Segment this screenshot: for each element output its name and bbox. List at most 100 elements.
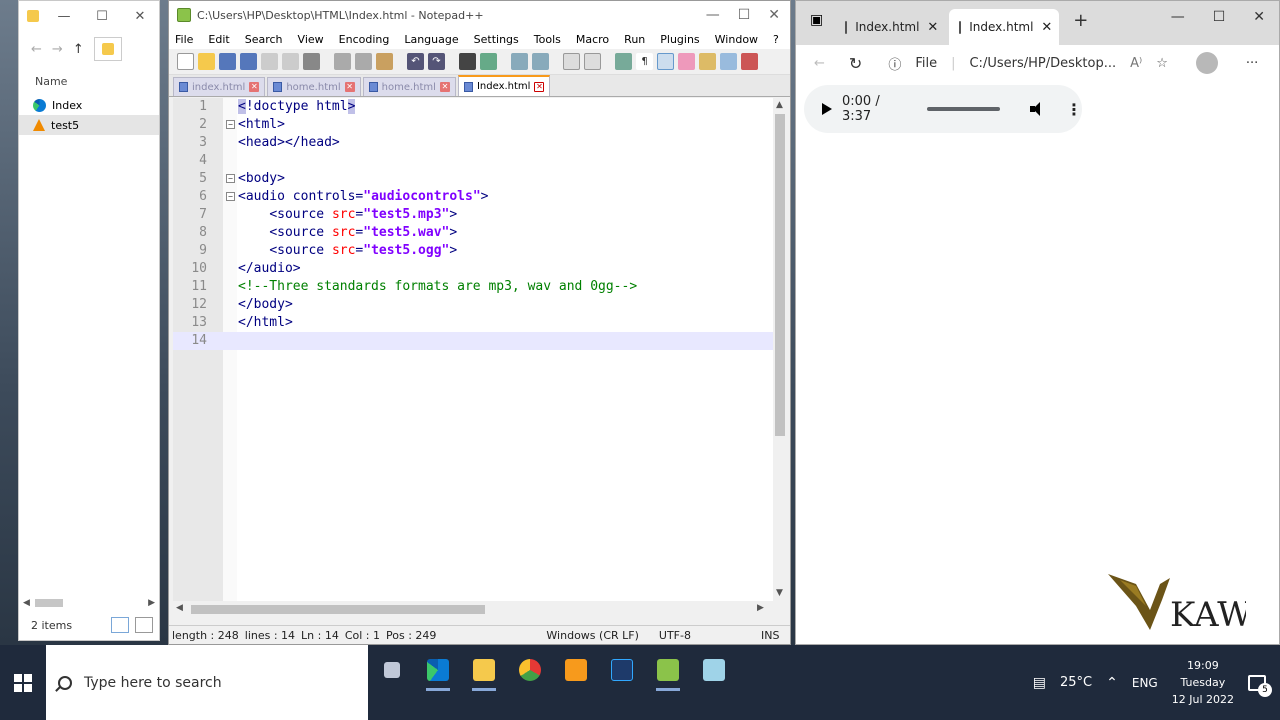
scroll-left-icon[interactable]: ◀ [23, 598, 30, 608]
large-icons-view-icon[interactable] [135, 617, 153, 633]
code-line[interactable]: 9 <source src="test5.ogg"> [173, 242, 773, 260]
code-editor[interactable]: 1 <!doctype html> 2− <html> 3 <head></head> 4 5… [173, 98, 773, 601]
tab-index-html[interactable]: index.html ✕ [173, 77, 266, 96]
volume-icon[interactable] [1030, 102, 1044, 116]
status-encoding[interactable]: UTF-8 [656, 629, 694, 642]
taskbar-app-task-view[interactable] [374, 653, 410, 687]
code-line[interactable]: 3 <head></head> [173, 134, 773, 152]
forward-arrow-icon[interactable]: → [52, 42, 63, 57]
tab-close-icon[interactable]: ✕ [1041, 20, 1052, 35]
code-line[interactable]: 8 <source src="test5.wav"> [173, 224, 773, 242]
minimize-button[interactable]: — [1171, 9, 1185, 25]
vertical-scrollbar[interactable]: ▲ ▼ [773, 98, 787, 601]
scroll-up-icon[interactable]: ▲ [776, 100, 783, 110]
menu-window[interactable]: Window [715, 33, 758, 46]
tab-close-icon[interactable]: ✕ [439, 82, 450, 92]
weather-temp[interactable]: 25°C [1060, 675, 1092, 690]
find-icon[interactable] [459, 53, 476, 70]
notification-center-icon[interactable]: 5 [1248, 674, 1272, 697]
close-button[interactable]: ✕ [768, 7, 780, 23]
tab-home-html-2[interactable]: home.html ✕ [362, 77, 456, 96]
details-view-icon[interactable] [111, 617, 129, 633]
favorites-star-icon[interactable]: ☆ [1156, 56, 1168, 71]
function-list-icon[interactable] [699, 53, 716, 70]
folder-workspace-icon[interactable] [720, 53, 737, 70]
menu-view[interactable]: View [298, 33, 324, 46]
minimize-button[interactable]: — [706, 7, 720, 23]
menu-search[interactable]: Search [245, 33, 283, 46]
scroll-left-icon[interactable]: ◀ [176, 603, 183, 613]
redo-icon[interactable]: ↷ [428, 53, 445, 70]
copy-icon[interactable] [355, 53, 372, 70]
weather-icon[interactable]: ▤ [1033, 675, 1046, 691]
menu-edit[interactable]: Edit [208, 33, 229, 46]
paste-icon[interactable] [376, 53, 393, 70]
up-arrow-icon[interactable]: ↑ [73, 42, 84, 57]
word-wrap-icon[interactable] [615, 53, 632, 70]
clock[interactable]: 19:09 Tuesday 12 Jul 2022 [1172, 659, 1234, 706]
fold-toggle-icon[interactable]: − [226, 120, 235, 129]
code-line[interactable]: 2 − <html> [173, 116, 773, 134]
read-aloud-icon[interactable]: A⁾ [1130, 56, 1142, 71]
menu-tools[interactable]: Tools [534, 33, 561, 46]
tab-close-icon[interactable]: ✕ [534, 81, 545, 92]
menu-run[interactable]: Run [624, 33, 645, 46]
status-insert-mode[interactable]: INS [758, 629, 782, 642]
print-icon[interactable] [303, 53, 320, 70]
fold-toggle-icon[interactable]: − [226, 174, 235, 183]
menu-plugins[interactable]: Plugins [660, 33, 699, 46]
tab-close-icon[interactable]: ✕ [344, 82, 355, 92]
code-line[interactable]: 14 [173, 332, 773, 350]
scroll-thumb[interactable] [35, 599, 63, 607]
horizontal-scrollbar[interactable]: ◀ ▶ [173, 601, 773, 617]
tab-close-icon[interactable]: ✕ [249, 82, 260, 92]
address-bar[interactable] [93, 37, 122, 61]
new-tab-button[interactable]: + [1063, 10, 1088, 37]
back-arrow-icon[interactable]: ← [814, 56, 825, 71]
scroll-thumb[interactable] [191, 605, 485, 614]
menu-encoding[interactable]: Encoding [339, 33, 390, 46]
taskbar-app-explorer[interactable] [466, 653, 502, 691]
zoom-in-icon[interactable] [511, 53, 528, 70]
close-button[interactable]: ✕ [1253, 9, 1265, 25]
back-arrow-icon[interactable]: ← [31, 42, 42, 57]
browser-tab-active[interactable]: Index.html ✕ [949, 9, 1060, 45]
minimize-button[interactable]: — [51, 9, 77, 24]
doc-map-icon[interactable] [678, 53, 695, 70]
code-line[interactable]: 7 <source src="test5.mp3"> [173, 206, 773, 224]
code-line[interactable]: 6 − <audio controls="audiocontrols"> [173, 188, 773, 206]
undo-icon[interactable]: ↶ [407, 53, 424, 70]
close-button[interactable]: ✕ [127, 9, 153, 24]
refresh-icon[interactable]: ↻ [849, 54, 862, 73]
chevron-up-icon[interactable]: ⌃ [1106, 675, 1118, 691]
windows-start-icon[interactable] [14, 674, 32, 692]
open-file-icon[interactable] [198, 53, 215, 70]
status-eol[interactable]: Windows (CR LF) [543, 629, 641, 642]
list-item[interactable]: test5 [19, 115, 159, 135]
audio-progress-bar[interactable] [926, 107, 1001, 111]
address-url[interactable]: C:/Users/HP/Desktop... [969, 56, 1116, 71]
menu-help[interactable]: ? [773, 33, 779, 46]
zoom-out-icon[interactable] [532, 53, 549, 70]
browser-tab[interactable]: Index.html ✕ [835, 9, 945, 45]
taskbar-app-illustrator[interactable] [558, 653, 594, 687]
tab-close-icon[interactable]: ✕ [927, 20, 938, 35]
list-item[interactable]: Index [19, 95, 159, 115]
code-line[interactable]: 5 − <body> [173, 170, 773, 188]
taskbar-app-notepadpp[interactable] [650, 653, 686, 691]
replace-icon[interactable] [480, 53, 497, 70]
scroll-right-icon[interactable]: ▶ [148, 598, 155, 608]
code-line[interactable]: 13 </html> [173, 314, 773, 332]
sync-vertical-icon[interactable] [563, 53, 580, 70]
language-indicator[interactable]: ENG [1132, 676, 1158, 690]
taskbar-app-photoshop[interactable] [604, 653, 640, 687]
code-line[interactable]: 10 </audio> [173, 260, 773, 278]
maximize-button[interactable]: ☐ [738, 7, 751, 23]
save-icon[interactable] [219, 53, 236, 70]
tab-actions-icon[interactable]: ▣ [804, 12, 831, 34]
taskbar-app-chrome[interactable] [512, 653, 548, 687]
close-file-icon[interactable] [261, 53, 278, 70]
save-all-icon[interactable] [240, 53, 257, 70]
indent-guide-icon[interactable] [657, 53, 674, 70]
maximize-button[interactable]: ☐ [89, 9, 115, 24]
